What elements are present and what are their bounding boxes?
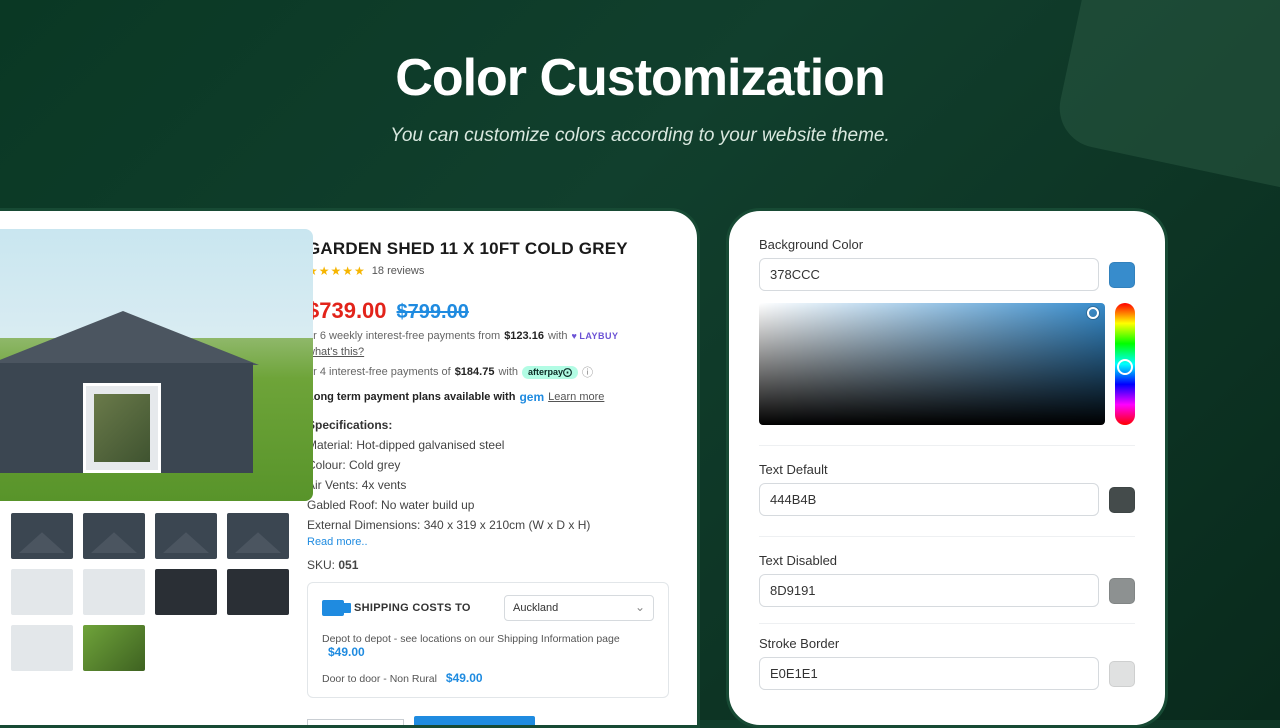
thumbnail-grid [11, 513, 285, 671]
stroke-border-swatch[interactable] [1109, 661, 1135, 687]
thumbnail[interactable] [155, 569, 217, 615]
laybuy-badge[interactable]: ♥ LAYBUY [572, 331, 619, 341]
laybuy-with: with [548, 330, 568, 342]
divider [759, 623, 1135, 624]
spec-line: Air Vents: 4x vents [307, 478, 669, 492]
compare-price: $799.00 [397, 301, 469, 324]
shipping-region-select[interactable]: Auckland [504, 595, 654, 621]
bg-color-input[interactable] [759, 258, 1099, 291]
text-default-swatch[interactable] [1109, 487, 1135, 513]
text-disabled-label: Text Disabled [759, 553, 1135, 568]
longterm-text: Long term payment plans available with [307, 391, 515, 403]
thumbnail[interactable] [83, 625, 145, 671]
laybuy-amount: $123.16 [504, 330, 544, 342]
hue-slider[interactable] [1115, 303, 1135, 425]
thumbnail[interactable] [155, 513, 217, 559]
thumbnail[interactable] [11, 513, 73, 559]
product-details: GARDEN SHED 11 X 10FT COLD GREY ★★★★★ 18… [307, 229, 669, 707]
page-subtitle: You can customize colors according to yo… [340, 122, 940, 151]
stroke-border-label: Stroke Border [759, 636, 1135, 651]
ship-line-2: Door to door - Non Rural [322, 673, 437, 685]
read-more-link[interactable]: Read more.. [307, 536, 669, 548]
shipping-title: SHIPPING COSTS TO [354, 602, 471, 614]
hue-handle[interactable] [1117, 359, 1133, 375]
shipping-box: SHIPPING COSTS TO Auckland Depot to depo… [307, 582, 669, 698]
bg-color-swatch[interactable] [1109, 262, 1135, 288]
text-disabled-swatch[interactable] [1109, 578, 1135, 604]
background-decor [1052, 0, 1280, 197]
thumbnail[interactable] [83, 513, 145, 559]
stroke-border-input[interactable] [759, 657, 1099, 690]
laybuy-prefix: or 6 weekly interest-free payments from [307, 330, 500, 342]
thumbnail[interactable] [11, 625, 73, 671]
afterpay-with: with [498, 366, 518, 378]
ship-price-2: $49.00 [446, 671, 483, 685]
spec-line: Material: Hot-dipped galvanised steel [307, 438, 669, 452]
spec-line: Colour: Cold grey [307, 458, 669, 472]
learn-more-link[interactable]: Learn more [548, 391, 604, 403]
text-default-label: Text Default [759, 462, 1135, 477]
gradient-handle[interactable] [1087, 307, 1099, 319]
price: $739.00 [307, 298, 387, 324]
whats-this-link[interactable]: what's this? [307, 346, 364, 358]
truck-icon [322, 600, 344, 616]
product-gallery [0, 229, 285, 707]
reviews-count[interactable]: 18 reviews [372, 265, 425, 277]
thumbnail[interactable] [11, 569, 73, 615]
spec-line: External Dimensions: 340 x 319 x 210cm (… [307, 518, 669, 532]
afterpay-badge[interactable]: afterpay⨀ [522, 366, 578, 379]
product-hero-image[interactable] [0, 229, 313, 501]
color-settings-panel: Background Color Text Default Text Disab… [726, 208, 1168, 728]
sku-label: SKU: [307, 558, 335, 572]
thumbnail[interactable] [83, 569, 145, 615]
afterpay-prefix: or 4 interest-free payments of [307, 366, 451, 378]
product-title: GARDEN SHED 11 X 10FT COLD GREY [307, 239, 669, 259]
thumbnail[interactable] [227, 569, 289, 615]
color-gradient-canvas[interactable] [759, 303, 1105, 425]
add-to-cart-button[interactable]: Add to Cart [414, 716, 535, 728]
ship-line-1: Depot to depot - see locations on our Sh… [322, 633, 620, 645]
info-icon[interactable]: ⓘ [582, 364, 593, 380]
quantity-stepper[interactable]: Quantity : [307, 719, 404, 728]
specs-heading: Specifications: [307, 418, 669, 432]
divider [759, 536, 1135, 537]
thumbnail[interactable] [227, 513, 289, 559]
afterpay-amount: $184.75 [455, 366, 495, 378]
spec-line: Gabled Roof: No water build up [307, 498, 669, 512]
bg-color-label: Background Color [759, 237, 1135, 252]
text-default-input[interactable] [759, 483, 1099, 516]
gem-badge[interactable]: gem [519, 390, 544, 404]
text-disabled-input[interactable] [759, 574, 1099, 607]
star-rating-icon: ★★★★★ [307, 264, 366, 278]
product-preview-card: GARDEN SHED 11 X 10FT COLD GREY ★★★★★ 18… [0, 208, 700, 728]
divider [759, 445, 1135, 446]
ship-price-1: $49.00 [328, 645, 365, 659]
sku-value: 051 [338, 558, 358, 572]
